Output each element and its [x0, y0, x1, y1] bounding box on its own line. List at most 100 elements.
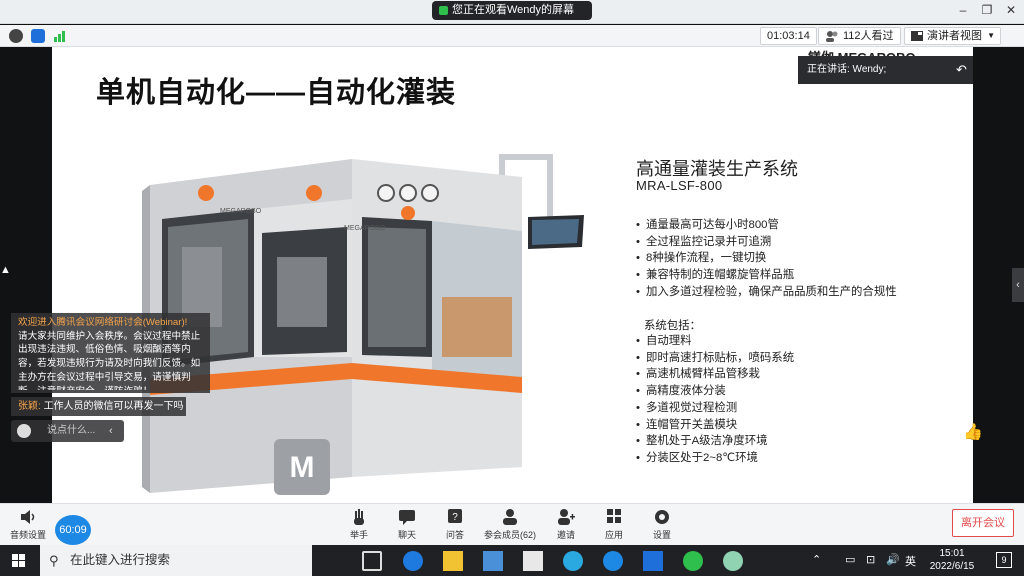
slide-title: 单机自动化——自动化灌装 [96, 77, 457, 109]
view-mode-label: 演讲者视图 [927, 30, 982, 42]
clock-date: 2022/6/15 [929, 561, 975, 572]
windows-start-icon[interactable] [12, 554, 26, 568]
list-item: 即时高速打标贴标，喷码系统 [636, 350, 794, 367]
countdown-timer[interactable]: 60:09 [55, 515, 91, 545]
list-item: 多道视觉过程检测 [636, 400, 794, 417]
app-icon[interactable] [723, 551, 743, 571]
leave-meeting-button[interactable]: 离开会议 [952, 509, 1014, 537]
meeting-controls-bar: 音频设置 举手 聊天 ? 问答 参会成员(62) 邀请 应用 设置 [0, 503, 1024, 545]
notification-count: 9 [1001, 555, 1007, 565]
list-item: 高精度液体分装 [636, 383, 794, 400]
list-item: 全过程监控记录并可追溯 [636, 234, 897, 251]
list-item: 8种操作流程，一键切换 [636, 250, 897, 267]
file-explorer-icon[interactable] [443, 551, 463, 571]
tencent-meeting-icon[interactable] [643, 551, 663, 571]
chat-message: 张颖: 工作人员的微信可以再发一下吗 [11, 397, 186, 416]
window-titlebar: 您正在观看Wendy的屏幕 – ❐ ✕ [0, 0, 1024, 24]
collapse-chat-icon[interactable]: ‹ [109, 420, 113, 442]
system-label: 系统包括： [644, 320, 701, 332]
list-item: 高速机械臂样品管移栽 [636, 366, 794, 383]
chat-welcome-header: 欢迎进入腾讯会议网络研讨会(Webinar)! [18, 317, 188, 328]
product-model: MRA-LSF-800 [636, 178, 723, 193]
taskbar-search-input[interactable]: ⚲ 在此键入进行搜索 [40, 545, 312, 576]
chat-bubble-icon [399, 510, 415, 525]
mouse-cursor-icon: ▲ [0, 264, 11, 276]
signal-strength-icon[interactable] [53, 29, 67, 43]
raise-hand-button[interactable]: 举手 [334, 508, 384, 544]
like-icon[interactable]: 👍 [963, 422, 985, 442]
chat-input-bar[interactable]: 说点什么... ‹ [11, 420, 124, 442]
qa-label: 问答 [445, 530, 464, 540]
volume-icon[interactable]: 🔊 [886, 553, 900, 566]
store-icon[interactable] [483, 551, 503, 571]
screen: 您正在观看Wendy的屏幕 – ❐ ✕ 01:03:14 112人看过 演讲者视… [0, 0, 1024, 576]
mail-icon[interactable] [523, 551, 543, 571]
wechat-icon[interactable] [683, 551, 703, 571]
filling-machine-image: M [142, 154, 584, 495]
gear-icon [655, 510, 669, 524]
taskbar-clock[interactable]: 15:01 2022/6/15 [924, 547, 980, 573]
info-icon[interactable] [9, 29, 23, 43]
browser-icon[interactable] [603, 551, 623, 571]
raise-hand-label: 举手 [349, 530, 368, 540]
edge-browser-icon[interactable] [403, 551, 423, 571]
chat-welcome-body: 请大家共同维护入会秩序。会议过程中禁止出现违法违规、低俗色情、吸烟酗酒等内容，若… [18, 330, 201, 390]
ie-browser-icon[interactable] [563, 551, 583, 571]
share-status-icon [439, 6, 448, 15]
minimize-button[interactable]: – [952, 3, 974, 17]
chat-input-placeholder: 说点什么... [47, 425, 96, 436]
invite-button[interactable]: 邀请 [541, 508, 591, 544]
chat-message-author: 张颖: [18, 401, 41, 412]
participants-button[interactable]: 参会成员(62) [480, 508, 540, 544]
machine-brand-right: MEGAROBO [344, 225, 386, 232]
question-icon: ? [448, 509, 462, 523]
close-button[interactable]: ✕ [1000, 3, 1022, 17]
apps-button[interactable]: 应用 [589, 508, 639, 544]
notification-center-icon[interactable]: 9 [996, 552, 1012, 568]
chat-button[interactable]: 聊天 [382, 508, 432, 544]
apps-label: 应用 [604, 530, 623, 540]
layout-icon [911, 31, 923, 41]
participants-icon [503, 509, 517, 525]
list-item: 分装区处于2~8℃环境 [636, 450, 794, 467]
battery-icon[interactable]: ▭ [845, 553, 855, 566]
view-mode-select[interactable]: 演讲者视图 ▼ [904, 27, 1001, 45]
svg-text:M: M [290, 451, 315, 484]
meeting-toolbar: 01:03:14 112人看过 演讲者视图 ▼ [0, 25, 1024, 47]
hand-icon [354, 509, 364, 525]
attendee-count-label: 112人看过 [843, 30, 894, 42]
active-speaker-tag: 正在讲话: Wendy; ↶ [798, 56, 973, 84]
invite-icon [558, 509, 575, 525]
security-shield-icon[interactable] [31, 29, 45, 43]
input-method-indicator[interactable]: 英 [905, 553, 916, 569]
sidebar-expand-arrow[interactable]: ‹ [1012, 268, 1024, 302]
svg-text:?: ? [452, 512, 458, 523]
search-icon: ⚲ [49, 553, 59, 568]
list-item: 兼容特制的连帽螺旋管样品瓶 [636, 267, 897, 284]
list-item: 加入多道过程检验，确保产品品质和生产的合规性 [636, 284, 897, 301]
presentation-slide: 单机自动化——自动化灌装 镁伽 MEGAROBO [52, 47, 973, 503]
qa-button[interactable]: ? 问答 [430, 508, 480, 544]
audio-settings-button[interactable]: 音频设置 [3, 508, 53, 544]
speaker-icon [21, 510, 35, 524]
list-item: 连帽管开关盖模块 [636, 417, 794, 434]
chat-welcome-notice: 欢迎进入腾讯会议网络研讨会(Webinar)! 请大家共同维护入会秩序。会议过程… [11, 313, 210, 393]
back-arrow-icon[interactable]: ↶ [956, 56, 967, 84]
settings-label: 设置 [652, 530, 671, 540]
people-icon [826, 31, 838, 42]
active-speaker-label: 正在讲话: Wendy; [807, 64, 887, 75]
feature-list: 通量最高可达每小时800管 全过程监控记录并可追溯 8种操作流程，一键切换 兼容… [636, 217, 897, 301]
restore-button[interactable]: ❐ [976, 3, 998, 17]
tray-chevron-icon[interactable]: ⌃ [812, 553, 821, 566]
clock-time: 15:01 [939, 548, 965, 559]
chat-message-text: 工作人员的微信可以再发一下吗 [43, 401, 184, 412]
screen-share-indicator[interactable]: 您正在观看Wendy的屏幕 [432, 1, 592, 20]
attendee-count-button[interactable]: 112人看过 [818, 27, 901, 45]
list-item: 自动理料 [636, 333, 794, 350]
settings-button[interactable]: 设置 [637, 508, 687, 544]
list-item: 通量最高可达每小时800管 [636, 217, 897, 234]
task-view-icon[interactable] [362, 551, 382, 571]
list-item: 整机处于A级洁净度环境 [636, 433, 794, 450]
emoji-icon[interactable] [17, 424, 31, 438]
network-icon[interactable]: ⊡ [866, 553, 875, 566]
